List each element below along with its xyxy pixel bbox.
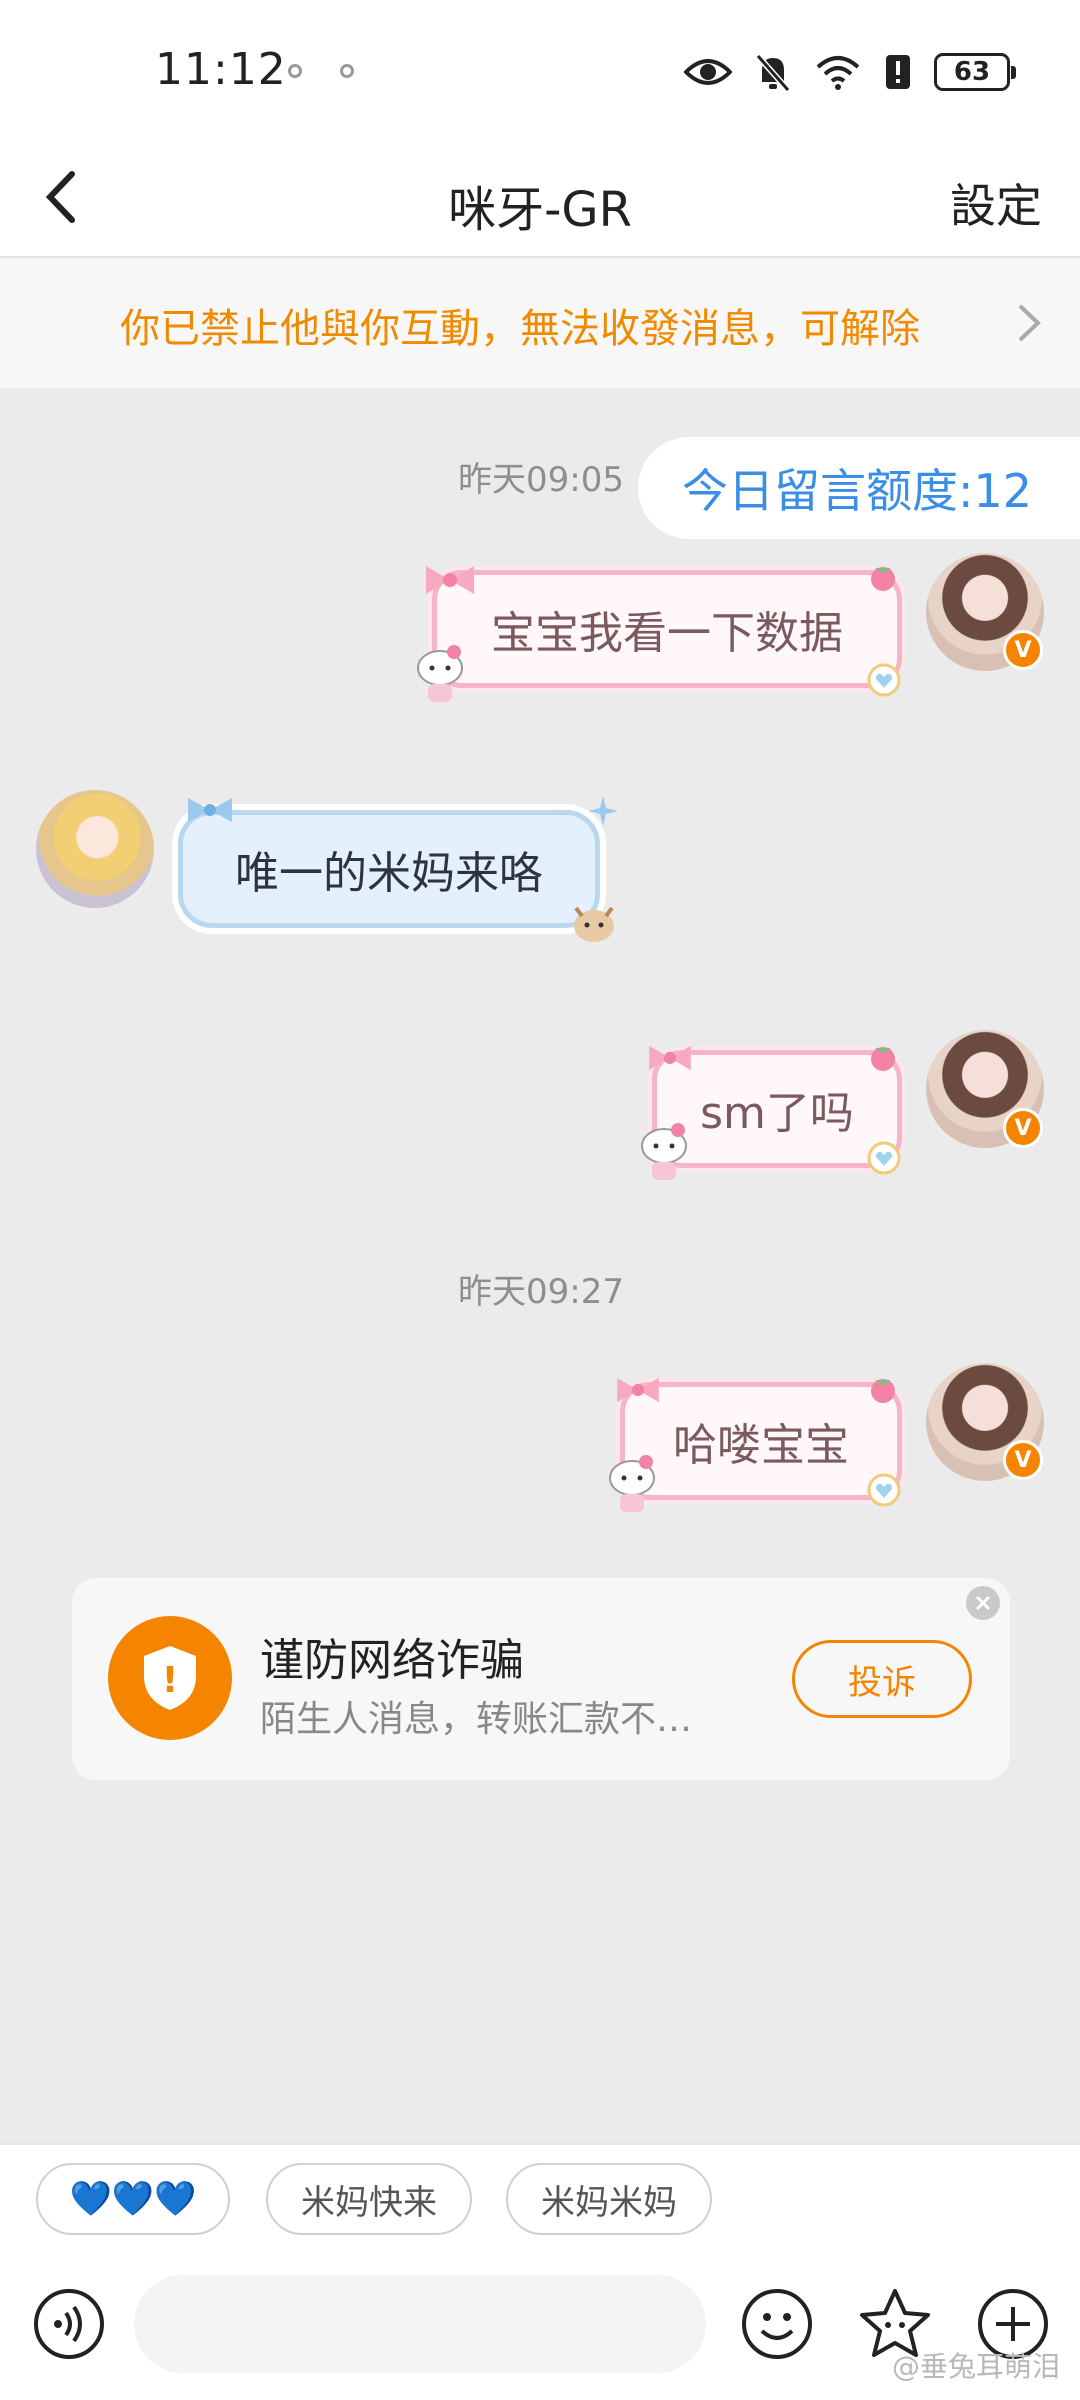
voice-icon[interactable]	[32, 2287, 106, 2361]
battery-icon: 63	[934, 53, 1016, 91]
shield-glyph: !	[162, 1660, 178, 1701]
verified-badge: V	[1003, 1108, 1043, 1148]
nav-bar: 咪牙-GR 設定	[0, 140, 1080, 258]
input-bar: @垂兔耳萌泪	[0, 2253, 1080, 2400]
notification-dot-icon	[340, 64, 354, 78]
bell-muted-icon	[755, 54, 791, 92]
emoji-icon[interactable]	[740, 2287, 814, 2361]
quota-pill: 今日留言额度:12	[638, 437, 1080, 539]
avatar-contact[interactable]	[36, 790, 154, 908]
message-timestamp: 昨天09:27	[458, 1272, 624, 1312]
wifi-icon	[816, 56, 860, 90]
strawberry-icon	[871, 1047, 895, 1071]
status-bar: 11:12 63	[0, 0, 1080, 140]
complain-button[interactable]: 投诉	[792, 1640, 972, 1718]
block-notice-text: 你已禁止他與你互動，無法收發消息，可解除	[120, 306, 920, 352]
fraud-warning-title: 谨防网络诈骗	[260, 1635, 524, 1686]
fraud-warning-subtitle: 陌生人消息，转账汇款不…	[260, 1699, 693, 1740]
bow-icon	[426, 566, 474, 594]
sparkle-icon	[588, 796, 618, 826]
settings-button[interactable]: 設定	[950, 170, 1042, 236]
blue-bow-icon	[188, 798, 232, 822]
deer-sticker-icon	[574, 906, 614, 942]
quick-reply-chip[interactable]: 米妈米妈	[506, 2163, 712, 2235]
block-notice-banner[interactable]: 你已禁止他與你互動，無法收發消息，可解除	[0, 258, 1080, 388]
alert-icon	[886, 55, 910, 89]
strawberry-icon	[871, 567, 895, 591]
strawberry-icon	[871, 1379, 895, 1403]
hello-kitty-sticker-icon	[417, 645, 463, 702]
eye-icon	[684, 59, 732, 85]
heart-badge-icon	[867, 663, 901, 697]
watermark: @垂兔耳萌泪	[891, 2350, 1060, 2383]
quick-reply-chip[interactable]: 米妈快来	[266, 2163, 472, 2235]
hello-kitty-sticker-icon	[609, 1455, 655, 1512]
hello-kitty-sticker-icon	[641, 1123, 687, 1180]
fraud-warning-card: ! 谨防网络诈骗 陌生人消息，转账汇款不… 投诉	[72, 1578, 1010, 1780]
battery-level: 63	[953, 57, 991, 87]
heart-badge-icon	[867, 1141, 901, 1175]
message-input[interactable]	[134, 2275, 706, 2373]
chat-title: 咪牙-GR	[448, 182, 632, 238]
quick-reply-bar: 💙💙💙 米妈快来 米妈米妈	[0, 2143, 1080, 2253]
verified-badge: V	[1003, 630, 1043, 670]
quick-reply-chip[interactable]: 💙💙💙	[36, 2163, 230, 2235]
status-time: 11:12	[155, 44, 287, 95]
message-bubble-sent[interactable]: 宝宝我看一下数据	[432, 570, 902, 688]
message-timestamp: 昨天09:05	[458, 460, 624, 500]
chevron-right-icon	[1018, 304, 1041, 342]
bow-icon	[649, 1045, 691, 1071]
close-icon[interactable]	[966, 1586, 1000, 1620]
heart-badge-icon	[867, 1473, 901, 1507]
notification-dot-icon	[288, 64, 302, 78]
verified-badge: V	[1003, 1440, 1043, 1480]
bow-icon	[617, 1377, 659, 1403]
status-icons: 63	[684, 52, 1016, 92]
shield-icon: !	[108, 1616, 232, 1740]
message-bubble-received[interactable]: 唯一的米妈来咯	[178, 810, 600, 928]
